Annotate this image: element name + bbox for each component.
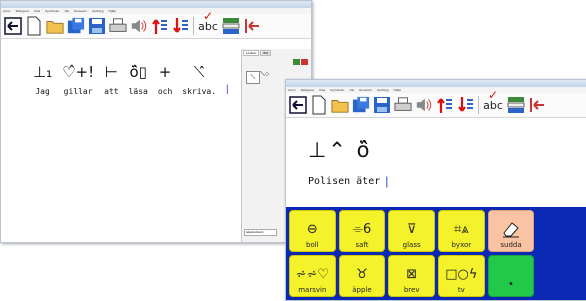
text-cursor: |	[226, 84, 229, 95]
new-document-icon[interactable]	[310, 94, 328, 116]
eraser-icon	[502, 222, 519, 238]
spellcheck-button[interactable]: ✓ abc	[197, 9, 219, 37]
new-document-icon[interactable]	[25, 15, 43, 37]
grid-cell-glass[interactable]: ⊽ glass	[388, 210, 435, 252]
symbol-word: ⟍̂ skriva.	[182, 63, 217, 96]
toolbar: ✓ abc	[1, 9, 311, 39]
grid-cell-byxor[interactable]: ⌗⩓ byxor	[438, 210, 485, 252]
exit-icon[interactable]	[528, 94, 546, 116]
menu-item[interactable]: Verktyg	[92, 8, 104, 14]
symbol-grid: ⊖ boll ⌯6 saft ⊽ glass ⌗⩓ byxor sudda ⩫⩫♡ mar…	[286, 207, 586, 300]
symbol-word: ♡̂+! gillar	[62, 63, 95, 96]
menu-item[interactable]: Glossarn	[74, 8, 87, 14]
symbol-line: ⊥⌃ ö̂	[308, 138, 372, 162]
title-bar	[1, 1, 311, 8]
menu-item[interactable]: Hjälp	[109, 8, 117, 14]
menu-item[interactable]: Symboler	[45, 8, 59, 14]
title-bar	[286, 80, 586, 87]
sentence-row: ⊥₁ Jag ♡̂+! gillar ⊢ att ö̂▯ läsa + och …	[33, 63, 229, 96]
tab-lexikon[interactable]: Lexikon	[243, 50, 260, 56]
tab-bild[interactable]: Bild	[260, 50, 272, 56]
grid-cell-brev[interactable]: ⊠ brev	[388, 255, 435, 297]
grid-cell-marsvin[interactable]: ⩫⩫♡ marsvin	[289, 255, 336, 297]
menu-item[interactable]: Visa	[34, 8, 40, 14]
menu-item[interactable]: Symboler	[330, 87, 344, 93]
font-size-down-icon[interactable]	[457, 94, 475, 116]
toolbar-divider	[193, 17, 194, 35]
red-icon[interactable]	[301, 59, 308, 65]
grid-empty-slot	[537, 210, 584, 252]
text-line: Polisen äter |	[308, 174, 389, 188]
save-as-icon[interactable]	[67, 15, 85, 37]
editor-window-front: Arkiv Redigera Visa Symboler Val Glossar…	[285, 79, 586, 301]
grid-cell-boll[interactable]: ⊖ boll	[289, 210, 336, 252]
green-icon[interactable]	[293, 59, 300, 65]
panel-symbol-icon[interactable]: ⟍	[246, 71, 260, 84]
save-icon[interactable]	[373, 94, 391, 116]
grid-cell-saft[interactable]: ⌯6 saft	[338, 210, 386, 252]
symbol-word: + och	[157, 63, 173, 96]
toolbar-divider	[478, 96, 479, 114]
speaker-icon[interactable]	[415, 94, 433, 116]
save-icon[interactable]	[88, 15, 106, 37]
checkmark-icon: ✓	[203, 9, 214, 23]
speaker-icon[interactable]	[130, 15, 148, 37]
symbol-word: ⊢ att	[104, 63, 119, 96]
panel-icons	[293, 59, 308, 65]
exit-icon[interactable]	[243, 15, 261, 37]
text-cursor: |	[385, 174, 389, 188]
grid-empty-slot	[537, 255, 584, 297]
save-as-icon[interactable]	[352, 94, 370, 116]
open-folder-icon[interactable]	[331, 94, 349, 116]
print-icon[interactable]	[109, 15, 127, 37]
grid-cell-tv[interactable]: □○ϟ tv	[438, 255, 485, 297]
menu-item[interactable]: Visa	[319, 87, 325, 93]
symbol-bar-icon[interactable]	[222, 15, 240, 37]
menu-item[interactable]: Hjälp	[394, 87, 402, 93]
editor-window-back: Arkiv Redigera Visa Symboler Val Glossar…	[0, 0, 312, 243]
document-area[interactable]: ⊥⌃ ö̂ Polisen äter |	[286, 118, 586, 207]
menu-item[interactable]: Arkiv	[288, 87, 296, 93]
font-size-down-icon[interactable]	[172, 15, 190, 37]
font-size-up-icon[interactable]	[436, 94, 454, 116]
grid-cell-period[interactable]: •	[487, 255, 535, 297]
menu-item[interactable]: Redigera	[16, 8, 29, 14]
toolbar: ✓ abc	[286, 88, 586, 118]
panel-category[interactable]: Adjektiv/Adverb	[244, 229, 277, 236]
font-size-up-icon[interactable]	[151, 15, 169, 37]
document-area[interactable]: ⊥₁ Jag ♡̂+! gillar ⊢ att ö̂▯ läsa + och …	[7, 49, 239, 239]
symbol-word: ö̂▯ läsa	[128, 63, 148, 96]
menu-item[interactable]: Glossarn	[359, 87, 372, 93]
grid-cell-sudda[interactable]: sudda	[487, 210, 535, 252]
menu-item[interactable]: Val	[65, 8, 70, 14]
grid-cell-apple[interactable]: ♉ äpple	[338, 255, 386, 297]
panel-tabs: Lexikon Bild	[242, 49, 311, 57]
menu-item[interactable]: Val	[350, 87, 355, 93]
menu-item[interactable]: Redigera	[301, 87, 314, 93]
back-arrow-icon[interactable]	[4, 15, 22, 37]
checkmark-icon: ✓	[488, 88, 499, 102]
open-folder-icon[interactable]	[46, 15, 64, 37]
panel-symbol-icon[interactable]: ⟍○	[260, 71, 269, 79]
symbol-bar-icon[interactable]	[507, 94, 525, 116]
symbol-word: ⊥₁ Jag	[33, 63, 53, 96]
menu-item[interactable]: Verktyg	[377, 87, 389, 93]
menu-item[interactable]: Arkiv	[3, 8, 11, 14]
back-arrow-icon[interactable]	[289, 94, 307, 116]
print-icon[interactable]	[394, 94, 412, 116]
spellcheck-button[interactable]: ✓ abc	[482, 88, 504, 116]
